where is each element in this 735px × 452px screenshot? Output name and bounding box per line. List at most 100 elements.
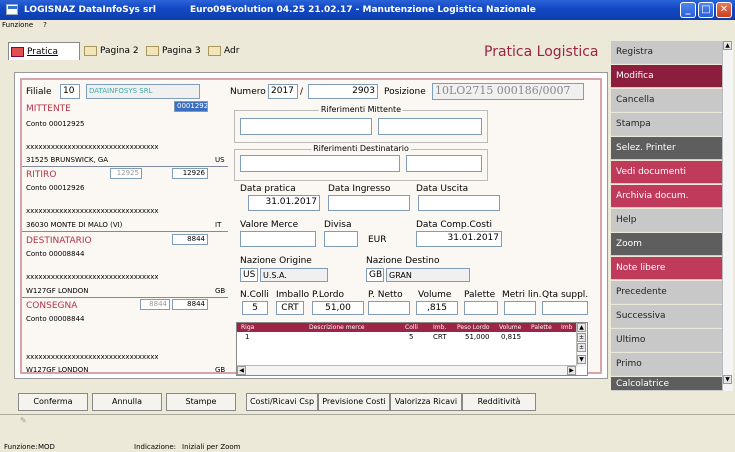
archivia-docum-button[interactable]: Archivia docum.	[611, 185, 722, 208]
ritiro-code-a[interactable]: 12925	[110, 168, 142, 179]
posizione-label: Posizione	[384, 87, 426, 97]
data-ingresso-label: Data Ingresso	[328, 184, 391, 194]
numero-year-field[interactable]: 2017	[268, 84, 298, 99]
numero-field[interactable]: 2903	[308, 84, 378, 99]
col-peso-lordo: Peso Lordo	[457, 324, 490, 331]
stampe-button[interactable]: Stampe	[166, 393, 236, 411]
rif-mittente-a[interactable]	[240, 118, 372, 135]
data-uscita-field[interactable]	[418, 195, 500, 211]
rif-mittente-b[interactable]	[378, 118, 482, 135]
rif-destinatario-b[interactable]	[406, 155, 482, 172]
title-bar: LOGISNAZ DataInfoSys srl Euro09Evolution…	[0, 0, 735, 20]
imballo-field[interactable]: CRT	[276, 301, 304, 315]
scroll-down-icon[interactable]: ▼	[577, 355, 586, 364]
col-descrizione: Descrizione merce	[309, 324, 365, 331]
help-button[interactable]: Help	[611, 209, 722, 232]
redditivita-button[interactable]: Redditività	[462, 393, 536, 411]
folder-icon	[208, 46, 221, 56]
cancella-button[interactable]: Cancella	[611, 89, 722, 112]
consegna-name: xxxxxxxxxxxxxxxxxxxxxxxxxxxxxxxx	[26, 353, 159, 361]
successiva-button[interactable]: Successiva	[611, 305, 722, 328]
menu-bar: Funzione?	[0, 20, 735, 31]
stampa-button[interactable]: Stampa	[611, 113, 722, 136]
volume-field[interactable]: ,815	[416, 301, 458, 315]
valore-merce-field[interactable]	[240, 231, 316, 247]
plordo-field[interactable]: 51,00	[312, 301, 364, 315]
modifica-button[interactable]: Modifica	[611, 65, 722, 88]
destinatario-city: W127GF LONDON	[26, 287, 89, 295]
close-button[interactable]: ✕	[716, 2, 732, 18]
status-funzione-label: Funzione:	[4, 443, 38, 451]
filiale-code-field[interactable]: 10	[60, 84, 80, 99]
metri-lin-field[interactable]	[504, 301, 536, 315]
rif-destinatario-a[interactable]	[240, 155, 400, 172]
palette-field[interactable]	[464, 301, 498, 315]
vedi-documenti-button[interactable]: Vedi documenti	[611, 161, 722, 184]
nazione-destino-code[interactable]: GB	[366, 268, 384, 282]
scroll-up-icon[interactable]: ▲	[577, 323, 586, 332]
calcolatrice-button[interactable]: Calcolatrice	[611, 377, 722, 391]
divisa-field[interactable]	[324, 231, 358, 247]
edit-pencil-icon: ✎	[20, 416, 27, 425]
colli-field[interactable]: 5	[242, 301, 268, 315]
table-row[interactable]: 1 5 CRT 51,000 0,815	[237, 332, 577, 342]
mittente-code-field[interactable]: 00012925	[174, 101, 208, 112]
precedente-button[interactable]: Precedente	[611, 281, 722, 304]
maximize-button[interactable]: □	[698, 2, 714, 18]
scroll-up-icon[interactable]: ▲	[723, 41, 732, 50]
merci-grid[interactable]: Riga Descrizione merce Colli Imb. Peso L…	[236, 322, 588, 376]
valorizza-ricavi-button[interactable]: Valorizza Ricavi	[390, 393, 462, 411]
mittente-conto: Conto 00012925	[26, 120, 85, 128]
window-title: Euro09Evolution 04.25 21.02.17 - Manuten…	[190, 5, 536, 15]
metri-lin-label: Metri lin.	[502, 290, 542, 300]
menu-funzione[interactable]: Funzione	[2, 21, 33, 29]
cell-imb: CRT	[433, 333, 447, 341]
pnetto-field[interactable]	[368, 301, 410, 315]
divider	[22, 297, 228, 298]
registra-button[interactable]: Registra	[611, 41, 722, 64]
cell-volume: 0,815	[501, 333, 522, 341]
tab-pratica[interactable]: Pratica	[8, 42, 80, 60]
consegna-code-b[interactable]: 8844	[172, 299, 208, 310]
grid-horizontal-scrollbar[interactable]: ◀ ▶	[237, 365, 577, 375]
grid-vertical-scrollbar[interactable]: ▲ ± ± ▼	[576, 323, 586, 367]
costi-ricavi-csp-button[interactable]: Costi/Ricavi Csp	[246, 393, 318, 411]
folder-icon	[11, 47, 24, 57]
destinatario-code-field[interactable]: 8844	[172, 234, 208, 245]
plordo-label: P.Lordo	[312, 290, 345, 300]
qta-suppl-field[interactable]	[542, 301, 588, 315]
note-libere-button[interactable]: Note libere	[611, 257, 722, 280]
ultimo-button[interactable]: Ultimo	[611, 329, 722, 352]
annulla-button[interactable]: Annulla	[92, 393, 162, 411]
zoom-button[interactable]: Zoom	[611, 233, 722, 256]
data-ingresso-field[interactable]	[328, 195, 410, 211]
col-colli: Colli	[405, 324, 418, 331]
ritiro-name: xxxxxxxxxxxxxxxxxxxxxxxxxxxxxxxx	[26, 207, 159, 215]
tab-pagina-2[interactable]: Pagina 2	[82, 42, 139, 60]
app-icon	[6, 4, 18, 15]
scroll-page-up-icon[interactable]: ±	[577, 333, 586, 342]
colli-label: N.Colli	[240, 290, 269, 300]
pnetto-label: P. Netto	[368, 290, 403, 300]
tab-adr[interactable]: Adr	[206, 42, 239, 60]
tab-pagina-3[interactable]: Pagina 3	[144, 42, 201, 60]
selez-printer-button[interactable]: Selez. Printer	[611, 137, 722, 160]
main-scrollbar[interactable]: ▲ ▼	[722, 41, 733, 391]
data-pratica-field[interactable]: 31.01.2017	[248, 195, 320, 211]
scroll-down-icon[interactable]: ▼	[723, 375, 732, 384]
previsione-costi-button[interactable]: Previsione Costi	[318, 393, 390, 411]
scroll-left-icon[interactable]: ◀	[237, 366, 246, 375]
scroll-page-down-icon[interactable]: ±	[577, 343, 586, 352]
consegna-code-a[interactable]: 8844	[140, 299, 170, 310]
cell-peso: 51,000	[465, 333, 490, 341]
menu-help[interactable]: ?	[43, 21, 47, 29]
destinatario-name: xxxxxxxxxxxxxxxxxxxxxxxxxxxxxxxx	[26, 273, 159, 281]
scroll-right-icon[interactable]: ▶	[567, 366, 576, 375]
primo-button[interactable]: Primo	[611, 353, 722, 376]
nazione-origine-code[interactable]: US	[240, 268, 258, 282]
valore-merce-label: Valore Merce	[240, 220, 299, 230]
ritiro-code-b[interactable]: 12926	[172, 168, 208, 179]
data-comp-costi-field[interactable]: 31.01.2017	[416, 231, 502, 247]
conferma-button[interactable]: Conferma	[18, 393, 88, 411]
minimize-button[interactable]: _	[680, 2, 696, 18]
